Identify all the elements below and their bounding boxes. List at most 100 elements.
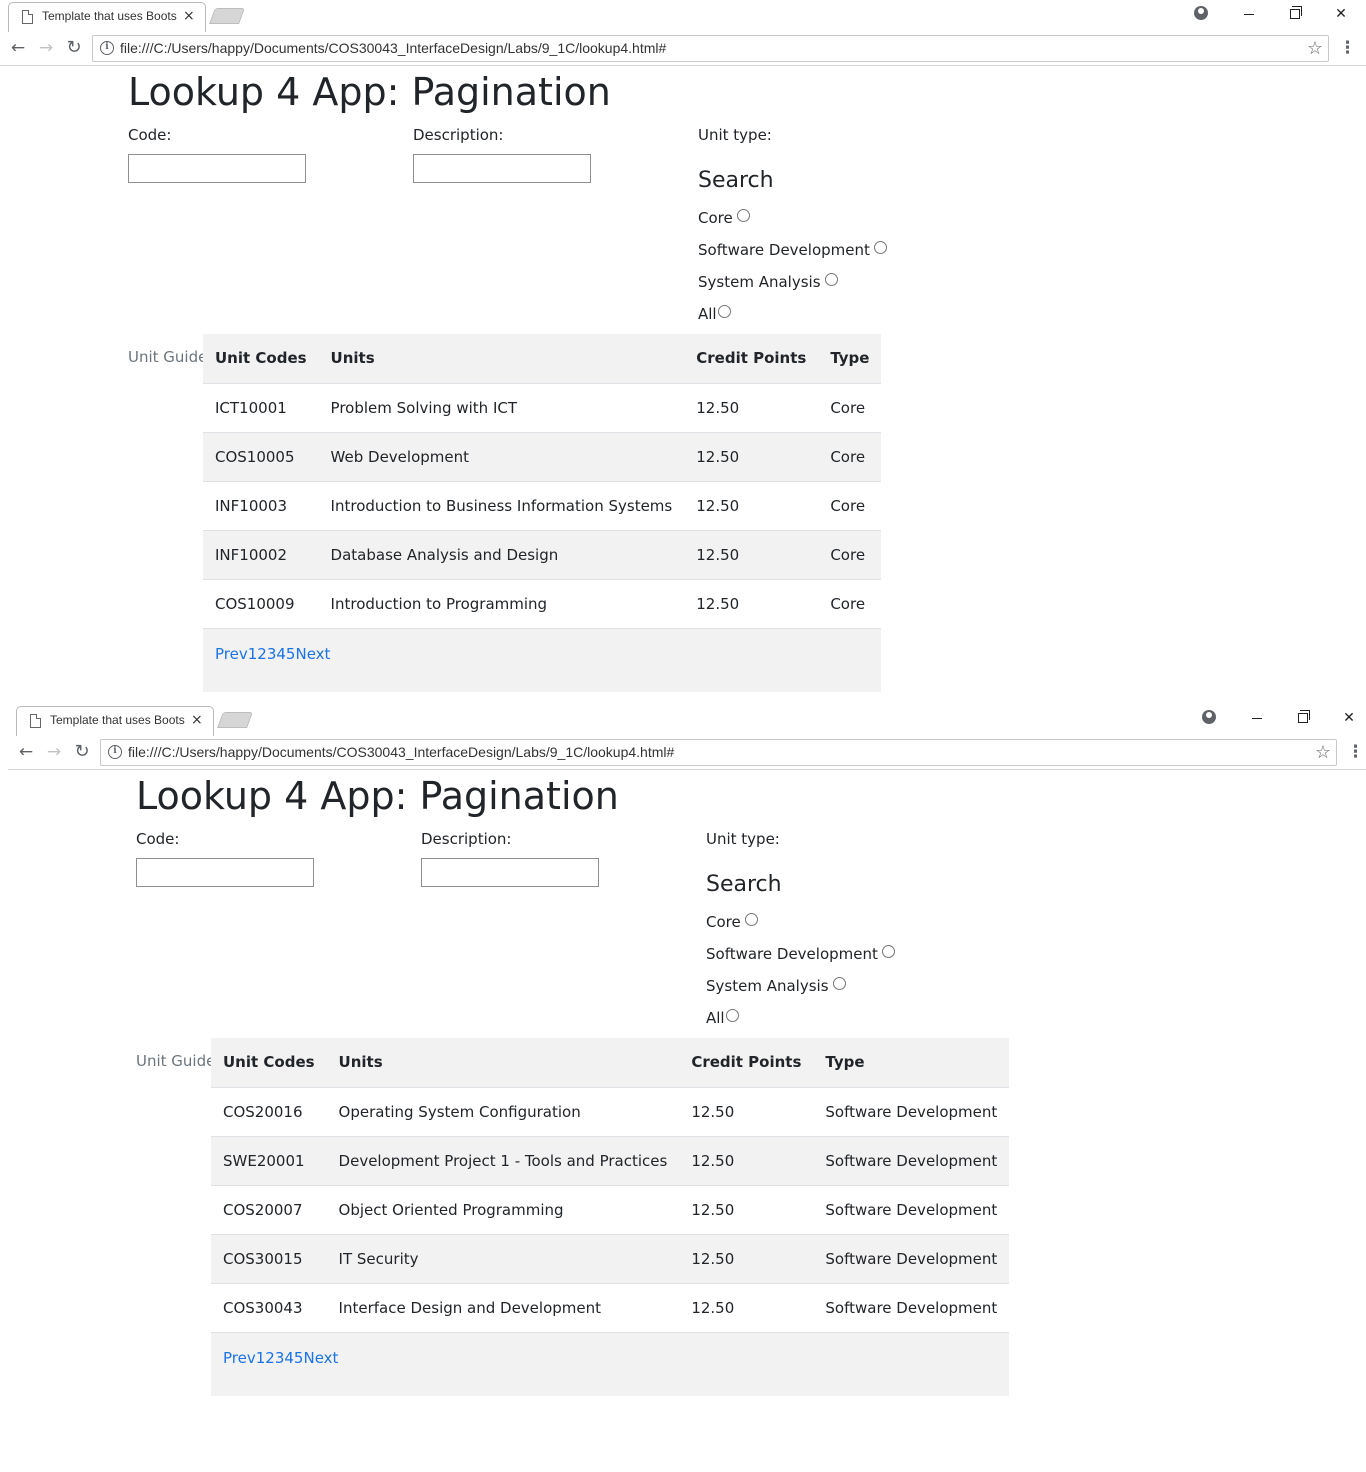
radio-software-development-input[interactable] xyxy=(873,241,887,254)
unit-type-label: Unit type: xyxy=(706,830,780,848)
radio-software-development[interactable]: Software Development xyxy=(698,240,887,260)
unit-type-cell: Software Development xyxy=(813,1086,1010,1136)
radio-core[interactable]: Core xyxy=(706,912,758,932)
browser-tab[interactable]: Template that uses Bootstrap × xyxy=(8,2,206,32)
star-icon[interactable]: ☆ xyxy=(1307,37,1323,61)
description-input[interactable] xyxy=(413,154,591,183)
radio-core-input[interactable] xyxy=(744,913,758,926)
restore-button[interactable] xyxy=(1280,704,1326,734)
restore-button[interactable] xyxy=(1272,0,1318,30)
search-heading: Search xyxy=(706,872,782,897)
address-bar[interactable]: i file:///C:/Users/happy/Documents/COS30… xyxy=(92,35,1329,62)
code-input[interactable] xyxy=(128,154,306,183)
pager-page-4-link[interactable]: 4 xyxy=(284,1349,294,1367)
unit-type-cell: Core xyxy=(818,529,882,579)
unit-code-cell: ICT10001 xyxy=(203,382,319,432)
radio-all-input[interactable] xyxy=(717,305,731,318)
url-text[interactable]: file:///C:/Users/happy/Documents/COS3004… xyxy=(120,40,666,56)
window-close-button[interactable]: ✕ xyxy=(1318,0,1364,30)
unit-name-cell: Introduction to Programming xyxy=(318,578,685,628)
window-close-button[interactable]: ✕ xyxy=(1326,704,1366,734)
pager-page-2-link[interactable]: 2 xyxy=(257,645,267,663)
credit-points-cell: 12.50 xyxy=(684,431,819,481)
new-tab-button[interactable] xyxy=(217,712,253,728)
browser-chrome: Template that uses Bootstrap × ✕ ← → ↻ i… xyxy=(8,704,1366,770)
pager-next-link[interactable]: Next xyxy=(303,1349,338,1367)
document-icon xyxy=(30,714,41,728)
credit-points-cell: 12.50 xyxy=(679,1233,814,1283)
radio-label-all: All xyxy=(706,1009,725,1027)
radio-system-analysis-input[interactable] xyxy=(832,977,846,990)
browser-window: Template that uses Bootstrap × ✕ ← → ↻ i… xyxy=(0,0,1366,700)
pager-next-link[interactable]: Next xyxy=(295,645,330,663)
unit-code-cell: SWE20001 xyxy=(211,1135,327,1185)
unit-code-cell: COS10005 xyxy=(203,431,319,481)
radio-core[interactable]: Core xyxy=(698,208,750,228)
unit-code-cell: COS30015 xyxy=(211,1233,327,1283)
minimize-button[interactable] xyxy=(1234,704,1280,734)
kebab-menu-icon[interactable]: ⋮ xyxy=(1347,739,1364,765)
account-icon[interactable] xyxy=(1194,6,1208,20)
reload-icon[interactable]: ↻ xyxy=(61,35,87,61)
page-title: Lookup 4 App: Pagination xyxy=(128,70,611,114)
radio-label-system-analysis: System Analysis xyxy=(706,977,829,995)
pager-page-3-link[interactable]: 3 xyxy=(275,1349,285,1367)
radio-all[interactable]: All xyxy=(706,1008,739,1028)
table-caption: Unit Guide xyxy=(136,1052,216,1070)
pager-cell: Prev12345Next xyxy=(203,627,882,692)
reload-icon[interactable]: ↻ xyxy=(69,739,95,765)
back-arrow-icon[interactable]: ← xyxy=(13,739,39,765)
radio-label-all: All xyxy=(698,305,717,323)
unit-table: Unit Codes Units Credit Points Type ICT1… xyxy=(203,334,882,692)
radio-software-development-input[interactable] xyxy=(881,945,895,958)
tab-title: Template that uses Bootstrap xyxy=(50,713,185,727)
pager-page-1-link[interactable]: 1 xyxy=(248,645,258,663)
tab-strip: Template that uses Bootstrap × ✕ xyxy=(8,704,1366,736)
forward-arrow-icon[interactable]: → xyxy=(41,739,67,765)
radio-software-development[interactable]: Software Development xyxy=(706,944,895,964)
info-icon[interactable]: i xyxy=(100,41,114,55)
unit-code-cell: INF10002 xyxy=(203,529,319,579)
pager-prev-link[interactable]: Prev xyxy=(215,645,248,663)
pager-page-1-link[interactable]: 1 xyxy=(256,1349,266,1367)
radio-all-input[interactable] xyxy=(725,1009,739,1022)
unit-name-cell: Operating System Configuration xyxy=(326,1086,680,1136)
unit-code-cell: COS20007 xyxy=(211,1184,327,1234)
browser-toolbar: ← → ↻ i file:///C:/Users/happy/Documents… xyxy=(8,736,1366,769)
minimize-button[interactable] xyxy=(1226,0,1272,30)
page-title: Lookup 4 App: Pagination xyxy=(136,774,619,818)
kebab-menu-icon[interactable]: ⋮ xyxy=(1339,35,1356,61)
pager-page-4-link[interactable]: 4 xyxy=(276,645,286,663)
pager-cell: Prev12345Next xyxy=(211,1331,1010,1396)
pager-row: Prev12345Next xyxy=(211,1331,1010,1396)
table-row: SWE20001 Development Project 1 - Tools a… xyxy=(211,1135,1010,1185)
pager-page-2-link[interactable]: 2 xyxy=(265,1349,275,1367)
minimize-icon xyxy=(1244,13,1254,15)
radio-system-analysis[interactable]: System Analysis xyxy=(706,976,846,996)
pager-page-3-link[interactable]: 3 xyxy=(267,645,277,663)
url-text[interactable]: file:///C:/Users/happy/Documents/COS3004… xyxy=(128,744,674,760)
new-tab-button[interactable] xyxy=(209,8,245,24)
address-bar[interactable]: i file:///C:/Users/happy/Documents/COS30… xyxy=(100,739,1337,766)
code-input[interactable] xyxy=(136,858,314,887)
unit-table: Unit Codes Units Credit Points Type COS2… xyxy=(211,1038,1010,1396)
star-icon[interactable]: ☆ xyxy=(1315,741,1331,765)
tab-close-icon[interactable]: × xyxy=(183,6,195,26)
info-icon[interactable]: i xyxy=(108,745,122,759)
browser-tab[interactable]: Template that uses Bootstrap × xyxy=(16,706,214,736)
account-icon[interactable] xyxy=(1202,710,1216,724)
radio-all[interactable]: All xyxy=(698,304,731,324)
unit-type-cell: Core xyxy=(818,480,882,530)
radio-system-analysis[interactable]: System Analysis xyxy=(698,272,838,292)
forward-arrow-icon[interactable]: → xyxy=(33,35,59,61)
radio-core-input[interactable] xyxy=(736,209,750,222)
description-input[interactable] xyxy=(421,858,599,887)
pager-prev-link[interactable]: Prev xyxy=(223,1349,256,1367)
restore-icon xyxy=(1298,710,1310,723)
back-arrow-icon[interactable]: ← xyxy=(5,35,31,61)
tab-close-icon[interactable]: × xyxy=(191,710,203,730)
table-row: COS10005 Web Development 12.50 Core xyxy=(203,431,882,481)
credit-points-cell: 12.50 xyxy=(684,529,819,579)
radio-system-analysis-input[interactable] xyxy=(824,273,838,286)
table-row: COS10009 Introduction to Programming 12.… xyxy=(203,578,882,628)
